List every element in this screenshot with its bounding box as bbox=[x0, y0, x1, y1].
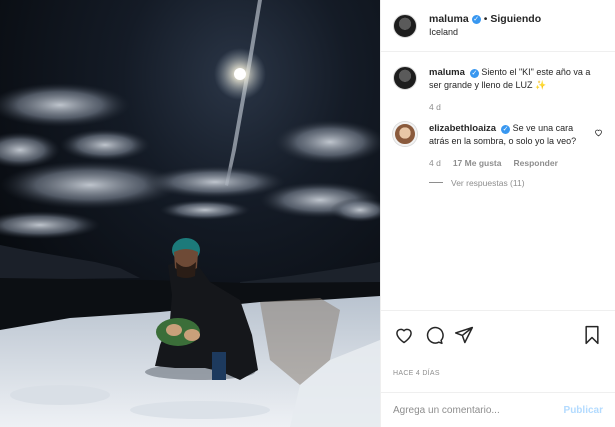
caption-username-link[interactable]: maluma bbox=[429, 67, 465, 78]
bookmark-icon[interactable] bbox=[581, 324, 603, 346]
comment-input[interactable] bbox=[393, 404, 564, 416]
view-replies-line bbox=[429, 182, 443, 184]
view-replies-label: Ver respuestas (11) bbox=[451, 177, 525, 188]
post-time-ago: HACE 4 DÍAS bbox=[393, 370, 440, 377]
post-photo[interactable] bbox=[0, 0, 380, 427]
avatar[interactable] bbox=[393, 13, 417, 38]
reply-button[interactable]: Responder bbox=[513, 158, 557, 170]
follow-status-button[interactable]: Siguiendo bbox=[490, 13, 541, 25]
verified-badge-icon: ✓ bbox=[471, 14, 481, 24]
comment-like-heart-icon[interactable] bbox=[594, 128, 603, 139]
post-header-meta: maluma ✓ • Siguiendo Iceland bbox=[429, 13, 541, 37]
username-link[interactable]: maluma bbox=[429, 13, 469, 25]
avatar[interactable] bbox=[393, 121, 417, 146]
comments-section: maluma ✓ Siento el "KI" este año va a ser… bbox=[381, 52, 615, 310]
caption-age: 4 d bbox=[429, 101, 441, 112]
post-side-panel: maluma ✓ • Siguiendo Iceland maluma ✓ Sie… bbox=[380, 0, 615, 427]
post-header-row: maluma ✓ • Siguiendo bbox=[429, 13, 541, 25]
comment-meta: 4 d 17 Me gusta Responder bbox=[429, 158, 588, 170]
comment-composer: Publicar bbox=[381, 392, 615, 427]
comment-icon[interactable] bbox=[423, 324, 445, 346]
comment-username-link[interactable]: elizabethloaiza bbox=[429, 123, 496, 134]
location-link[interactable]: Iceland bbox=[429, 27, 541, 37]
heart-icon[interactable] bbox=[393, 324, 415, 346]
share-icon[interactable] bbox=[453, 324, 475, 346]
separator-dot: • bbox=[483, 13, 488, 26]
verified-badge-icon: ✓ bbox=[501, 124, 511, 134]
view-replies-button[interactable]: Ver respuestas (11) bbox=[429, 178, 603, 188]
comment-item: elizabethloaiza ✓ Se ve una cara atrás en… bbox=[393, 121, 603, 170]
post-header: maluma ✓ • Siguiendo Iceland bbox=[381, 0, 615, 52]
publish-button[interactable]: Publicar bbox=[564, 405, 603, 416]
night-snow-photo bbox=[0, 0, 380, 427]
caption-body: maluma ✓ Siento el "KI" este año va a ser… bbox=[429, 66, 603, 114]
avatar[interactable] bbox=[393, 66, 417, 90]
caption: maluma ✓ Siento el "KI" este año va a ser… bbox=[393, 66, 603, 114]
post-actions bbox=[381, 310, 615, 350]
caption-meta: 4 d bbox=[429, 102, 603, 114]
comment-likes-link[interactable]: 17 Me gusta bbox=[453, 158, 502, 170]
verified-badge-icon: ✓ bbox=[469, 69, 479, 78]
comment-age: 4 d bbox=[429, 157, 441, 168]
comment-body: elizabethloaiza ✓ Se ve una cara atrás en… bbox=[429, 122, 588, 170]
